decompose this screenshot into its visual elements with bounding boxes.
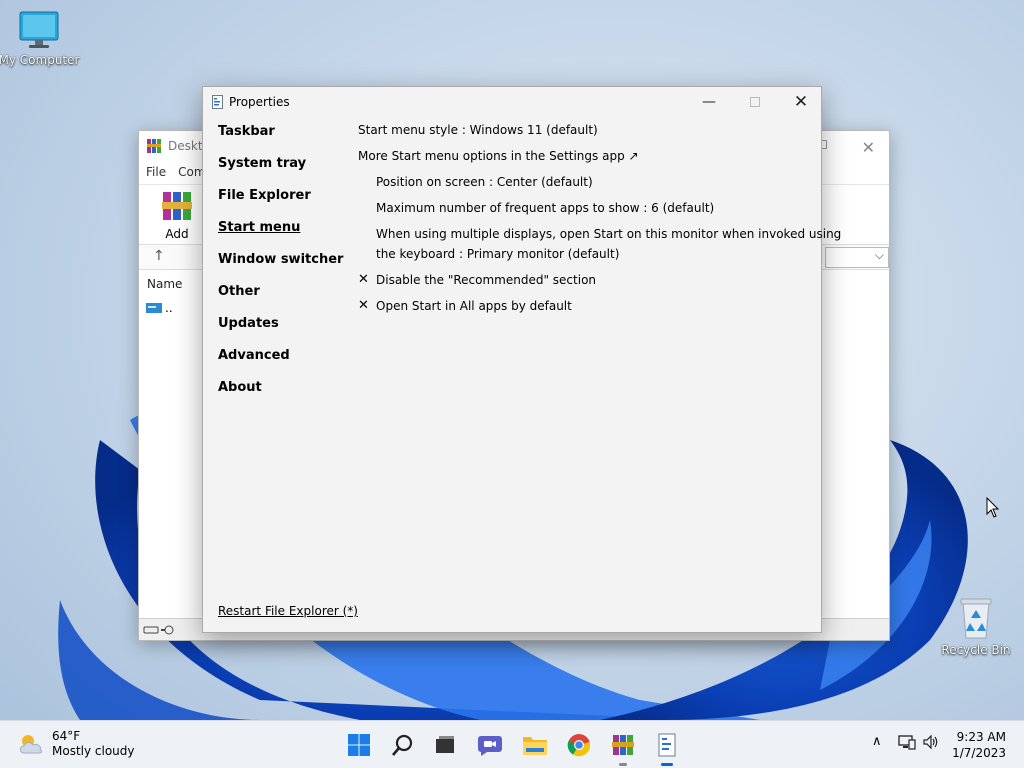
windows-logo-icon	[348, 734, 370, 756]
winrar-icon	[612, 735, 634, 755]
winrar-address-combo[interactable]: ⌵	[825, 247, 889, 268]
nav-item-window-switcher[interactable]: Window switcher	[218, 252, 343, 267]
properties-taskbar-button[interactable]	[653, 731, 681, 766]
chrome-icon	[567, 734, 591, 757]
winrar-menu-file[interactable]: File	[146, 165, 166, 179]
nav-item-taskbar[interactable]: Taskbar	[218, 124, 275, 139]
nav-item-file-explorer[interactable]: File Explorer	[218, 188, 311, 203]
chrome-button[interactable]	[565, 731, 593, 759]
chat-icon	[478, 736, 502, 756]
weather-widget[interactable]: 64°F Mostly cloudy	[18, 729, 135, 759]
properties-app-icon	[212, 95, 223, 109]
winrar-taskbar-button[interactable]	[609, 731, 637, 766]
minimize-button[interactable]: —	[686, 87, 732, 117]
search-icon	[392, 734, 413, 756]
setting-position-on-screen[interactable]: Position on screen : Center (default)	[376, 175, 593, 189]
setting-max-frequent-apps[interactable]: Maximum number of frequent apps to show …	[376, 201, 714, 215]
drive-icon	[143, 625, 174, 635]
clock-time: 9:23 AM	[956, 730, 1006, 744]
properties-titlebar[interactable]: Properties — ✕	[203, 87, 821, 117]
tray-overflow-chevron-icon[interactable]: ∧	[872, 734, 882, 749]
desktop-icon-my-computer[interactable]: My Computer	[0, 10, 81, 67]
recycle-bin-icon	[960, 598, 992, 639]
taskbar: 64°F Mostly cloudy ∧ 9:23 AM 1/7/2023	[0, 720, 1024, 768]
up-arrow-icon[interactable]: ↑	[153, 248, 165, 264]
close-button[interactable]: ✕	[778, 87, 824, 117]
weather-temp: 64°F	[52, 729, 81, 743]
column-header-name[interactable]: Name	[147, 277, 182, 291]
mouse-cursor-icon	[986, 497, 1000, 518]
file-explorer-button[interactable]	[521, 731, 549, 759]
maximize-icon	[750, 97, 760, 107]
setting-more-options-link[interactable]: More Start menu options in the Settings …	[358, 149, 639, 163]
setting-multi-display-line1[interactable]: When using multiple displays, open Start…	[376, 227, 841, 241]
nav-item-updates[interactable]: Updates	[218, 316, 279, 331]
books-icon	[162, 192, 192, 220]
chat-button[interactable]	[476, 731, 504, 759]
nav-item-system-tray[interactable]: System tray	[218, 156, 306, 171]
cloudy-weather-icon	[19, 735, 43, 754]
check-icon[interactable]: ✕	[358, 298, 369, 313]
system-clock[interactable]: 9:23 AM 1/7/2023	[952, 729, 1006, 761]
weather-desc: Mostly cloudy	[52, 744, 135, 758]
recycle-bin-label: Recycle Bin	[941, 643, 1011, 657]
chevron-down-icon: ⌵	[874, 248, 884, 262]
properties-title: Properties	[229, 95, 290, 109]
close-icon: ✕	[793, 92, 809, 112]
table-row[interactable]: ..	[146, 301, 173, 315]
restart-file-explorer-link[interactable]: Restart File Explorer (*)	[218, 604, 358, 618]
volume-icon[interactable]	[922, 734, 940, 750]
folder-icon	[523, 737, 547, 755]
nav-item-about[interactable]: About	[218, 380, 262, 395]
check-icon[interactable]: ✕	[358, 272, 369, 287]
properties-window[interactable]: Properties — ✕ Taskbar System tray File …	[202, 86, 841, 633]
maximize-button[interactable]	[732, 87, 778, 117]
my-computer-label: My Computer	[0, 53, 80, 67]
winrar-add-button[interactable]: Add	[157, 189, 197, 241]
setting-disable-recommended[interactable]: Disable the "Recommended" section	[376, 273, 596, 287]
nav-item-start-menu[interactable]: Start menu	[218, 220, 300, 235]
properties-icon	[658, 733, 676, 757]
task-view-button[interactable]	[431, 731, 459, 759]
folder-up-icon	[146, 303, 162, 313]
row-parent-label: ..	[165, 301, 173, 315]
nav-item-advanced[interactable]: Advanced	[218, 348, 290, 363]
network-icon[interactable]	[898, 734, 916, 750]
setting-start-menu-style[interactable]: Start menu style : Windows 11 (default)	[358, 123, 598, 137]
start-button[interactable]	[345, 731, 373, 759]
setting-multi-display-line2[interactable]: the keyboard : Primary monitor (default)	[376, 247, 619, 261]
winrar-close-icon[interactable]: ✕	[862, 138, 875, 157]
winrar-menubar: File Com	[139, 162, 206, 182]
winrar-add-label: Add	[165, 227, 189, 241]
minimize-icon: —	[702, 94, 716, 110]
clock-date: 1/7/2023	[952, 746, 1006, 760]
setting-open-all-apps[interactable]: Open Start in All apps by default	[376, 299, 572, 313]
task-view-icon	[436, 736, 454, 753]
monitor-icon	[19, 11, 59, 48]
desktop-icon-recycle-bin[interactable]: Recycle Bin	[934, 596, 1018, 657]
nav-item-other[interactable]: Other	[218, 284, 260, 299]
winrar-app-icon	[147, 139, 161, 153]
search-button[interactable]	[389, 731, 417, 759]
